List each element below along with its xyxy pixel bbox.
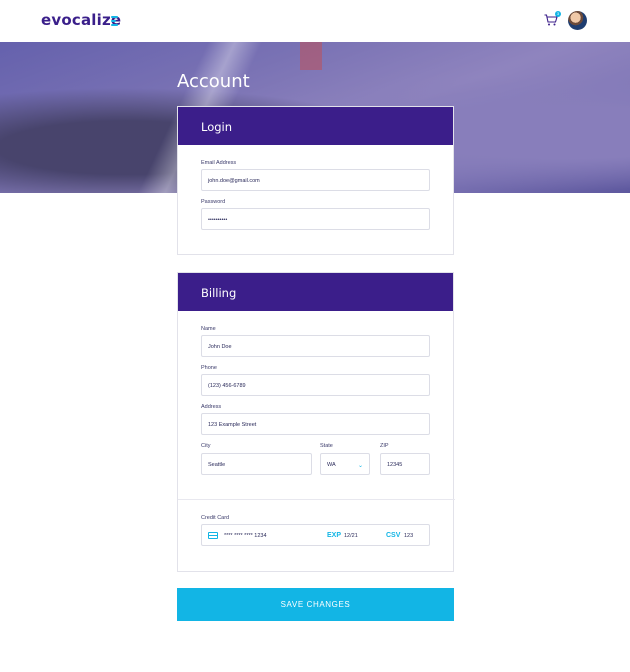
- login-card: Login Email Address john.doe@gmail.com P…: [177, 106, 454, 255]
- state-select[interactable]: WA ⌄: [320, 453, 370, 475]
- csv-value[interactable]: 123: [404, 533, 413, 539]
- hero-chimney-shape: [300, 42, 322, 70]
- phone-label: Phone: [201, 365, 217, 371]
- password-label: Password: [201, 199, 226, 205]
- chevron-down-icon: ⌄: [357, 463, 363, 469]
- cart-badge: 3: [555, 11, 561, 17]
- credit-card-icon: [208, 532, 218, 539]
- name-field[interactable]: John Doe: [201, 335, 430, 357]
- address-field[interactable]: 123 Example Street: [201, 413, 430, 435]
- page-title: Account: [177, 71, 250, 92]
- csv-label: CSV: [386, 532, 401, 539]
- city-field[interactable]: Seattle: [201, 453, 312, 475]
- email-field[interactable]: john.doe@gmail.com: [201, 169, 430, 191]
- zip-label: ZIP: [380, 443, 389, 449]
- credit-card-field[interactable]: **** **** **** 1234 EXP 12/21 CSV 123: [201, 524, 430, 546]
- zip-field[interactable]: 12345: [380, 453, 430, 475]
- state-label: State: [320, 443, 333, 449]
- top-bar: evocalize 3: [0, 0, 630, 42]
- billing-card: Billing Name John Doe Phone (123) 456-67…: [177, 272, 455, 572]
- exp-label: EXP: [327, 532, 342, 539]
- card-number-value: **** **** **** 1234: [224, 533, 267, 539]
- credit-card-label: Credit Card: [201, 515, 230, 521]
- logo-mark-icon: [111, 16, 118, 26]
- password-field[interactable]: ••••••••••: [201, 208, 430, 230]
- address-label: Address: [201, 404, 222, 410]
- billing-card-title: Billing: [178, 273, 453, 311]
- name-label: Name: [201, 326, 216, 332]
- avatar[interactable]: [568, 11, 587, 30]
- phone-field[interactable]: (123) 456-6789: [201, 374, 430, 396]
- exp-value[interactable]: 12/21: [344, 533, 358, 539]
- logo[interactable]: evocalize: [41, 11, 121, 29]
- login-card-title: Login: [178, 107, 453, 145]
- save-changes-button[interactable]: SAVE CHANGES: [177, 588, 454, 621]
- state-value: WA: [327, 462, 336, 468]
- city-label: City: [201, 443, 211, 449]
- billing-divider: [178, 499, 455, 500]
- email-label: Email Address: [201, 160, 237, 166]
